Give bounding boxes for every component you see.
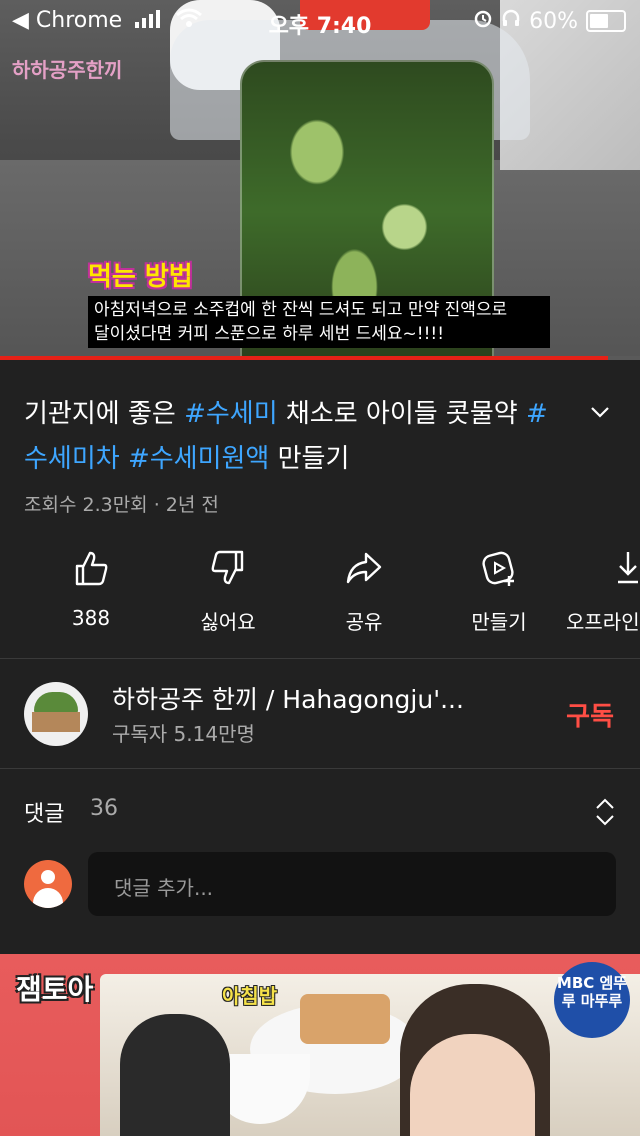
avatar-box [32, 712, 80, 732]
comments-section[interactable]: 댓글 36 댓글 추가... [0, 770, 640, 940]
user-avatar-body [33, 888, 63, 908]
divider [0, 768, 640, 769]
comment-input[interactable]: 댓글 추가... [88, 852, 616, 916]
share-label: 공유 [345, 610, 383, 634]
action-row: 388 싫어요 공유 만들기 오프라인 [0, 548, 640, 648]
comments-label: 댓글 [24, 802, 65, 827]
alarm-icon [473, 8, 493, 34]
user-avatar-head [41, 870, 55, 884]
hashtag-link[interactable]: #수세미 [184, 399, 278, 429]
video-subtitle-line: 달이셨다면 커피 스푼으로 하루 세번 드세요~!!!! [94, 324, 445, 344]
avatar-plant [34, 692, 78, 714]
share-button[interactable]: 공유 [299, 548, 429, 635]
video-subtitle: 아침저녁으로 소주컵에 한 잔씩 드셔도 되고 만약 진액으로 달이셨다면 커피… [88, 296, 550, 348]
expand-icon[interactable] [594, 796, 616, 828]
download-button[interactable]: 오프라인 [566, 548, 640, 635]
divider [0, 658, 640, 659]
title-text [120, 444, 128, 474]
channel-avatar[interactable] [24, 682, 88, 746]
comments-count: 36 [90, 796, 118, 821]
status-right: 60% [473, 8, 626, 34]
thumb-scene-person [120, 1014, 230, 1136]
video-progress-fill [0, 356, 608, 360]
title-text: 만들기 [269, 444, 350, 474]
user-avatar [24, 860, 72, 908]
share-icon [299, 548, 429, 588]
thumb-scene-bread [300, 994, 390, 1044]
video-subtitle-heading: 먹는 방법 [88, 262, 193, 292]
headphones-icon [501, 8, 521, 34]
remix-label: 만들기 [471, 610, 527, 634]
channel-subscribers: 구독자 5.14만명 [112, 722, 255, 746]
channel-name[interactable]: 하하공주 한끼 / Hahagongju'... [112, 680, 532, 716]
thumbs-down-icon [163, 548, 293, 588]
subscribe-button[interactable]: 구독 [566, 696, 614, 733]
video-meta: 조회수 2.3만회 · 2년 전 [24, 494, 219, 516]
dislike-button[interactable]: 싫어요 [163, 548, 293, 635]
title-text: 채소로 아이들 콧물약 [277, 399, 526, 429]
battery-icon [586, 10, 626, 32]
video-player[interactable]: 하하공주한끼 먹는 방법 아침저녁으로 소주컵에 한 잔씩 드셔도 되고 만약 … [0, 0, 640, 360]
thumbs-up-icon [26, 548, 156, 588]
video-progress-bar[interactable] [0, 356, 640, 360]
video-title[interactable]: 기관지에 좋은 #수세미 채소로 아이들 콧물약 #수세미차 #수세미원액 만들… [24, 392, 564, 482]
download-label: 오프라인 [566, 610, 640, 634]
video-watermark: 하하공주한끼 [12, 58, 123, 82]
hashtag-link[interactable]: #수세미원액 [128, 444, 269, 474]
status-bar: ◀ Chrome 오후 7:40 60% [0, 0, 640, 40]
comment-placeholder: 댓글 추가... [114, 876, 214, 900]
thumb-caption: 아침밥 [222, 984, 278, 1008]
thumb-title-overlay: 잼토아 [16, 973, 94, 1006]
download-icon [616, 548, 640, 588]
battery-percent: 60% [529, 8, 578, 34]
channel-badge-logo: MBC 엠뚜루 마뚜루 [554, 962, 630, 1038]
like-count: 388 [71, 606, 111, 630]
channel-row[interactable]: 하하공주 한끼 / Hahagongju'... 구독자 5.14만명 구독 [0, 660, 640, 768]
title-text: 기관지에 좋은 [24, 399, 185, 429]
like-button[interactable]: 388 [26, 548, 156, 630]
dislike-label: 싫어요 [200, 610, 256, 634]
chevron-down-icon[interactable] [588, 400, 612, 424]
next-video-thumbnail[interactable]: 잼토아 아침밥 MBC 엠뚜루 마뚜루 [0, 954, 640, 1136]
video-subtitle-line: 아침저녁으로 소주컵에 한 잔씩 드셔도 되고 만약 진액으로 [94, 300, 508, 320]
remix-icon [434, 548, 564, 588]
remix-button[interactable]: 만들기 [434, 548, 564, 635]
